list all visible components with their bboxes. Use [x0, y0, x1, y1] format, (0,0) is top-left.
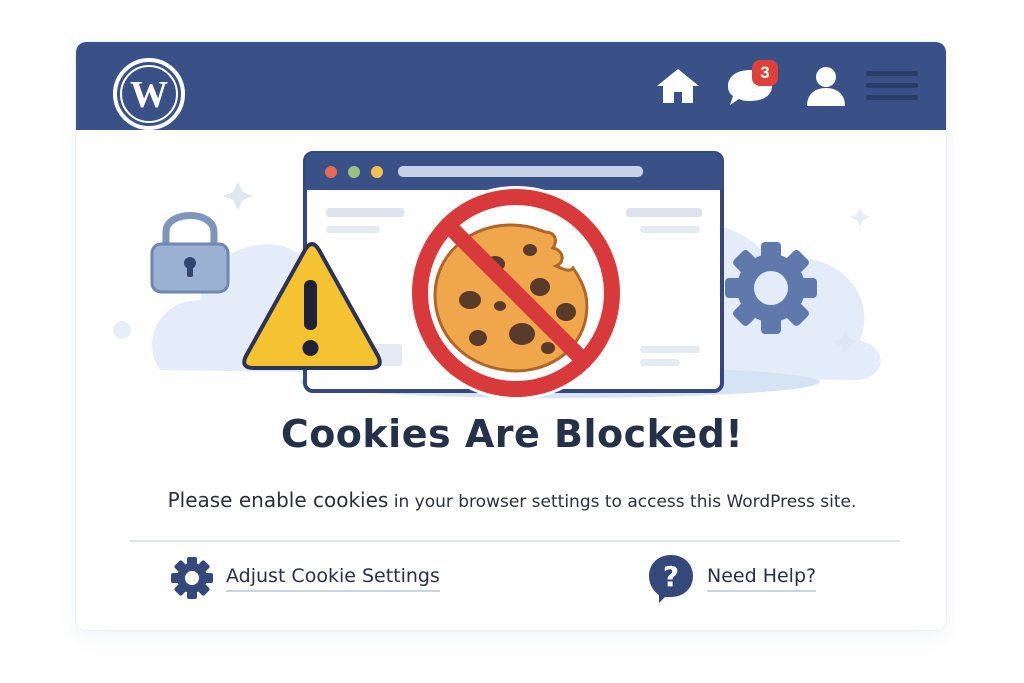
help-icon: ?: [649, 555, 693, 603]
divider: [130, 540, 900, 542]
need-help-label[interactable]: Need Help?: [707, 565, 817, 592]
top-navigation-bar: W 3: [76, 42, 946, 130]
menu-icon[interactable]: [862, 42, 922, 130]
adjust-cookie-settings-link[interactable]: Adjust Cookie Settings: [170, 556, 440, 600]
wordpress-logo-icon[interactable]: W: [111, 56, 187, 132]
subtitle-large: Please enable cookies: [167, 488, 389, 512]
subtitle-small: in your browser settings to access this …: [388, 492, 857, 512]
chat-icon[interactable]: [722, 42, 778, 130]
user-icon[interactable]: [798, 42, 854, 130]
adjust-cookie-settings-label[interactable]: Adjust Cookie Settings: [226, 565, 440, 592]
notification-badge: 3: [752, 60, 778, 86]
svg-text:W: W: [130, 74, 168, 116]
need-help-link[interactable]: ? Need Help?: [647, 555, 817, 603]
svg-text:?: ?: [663, 560, 679, 593]
page-title: Cookies Are Blocked!: [280, 412, 744, 456]
gear-icon: [171, 557, 213, 599]
home-icon[interactable]: [650, 42, 706, 130]
subtitle-message: Please enable cookies in your browser se…: [0, 488, 1024, 512]
